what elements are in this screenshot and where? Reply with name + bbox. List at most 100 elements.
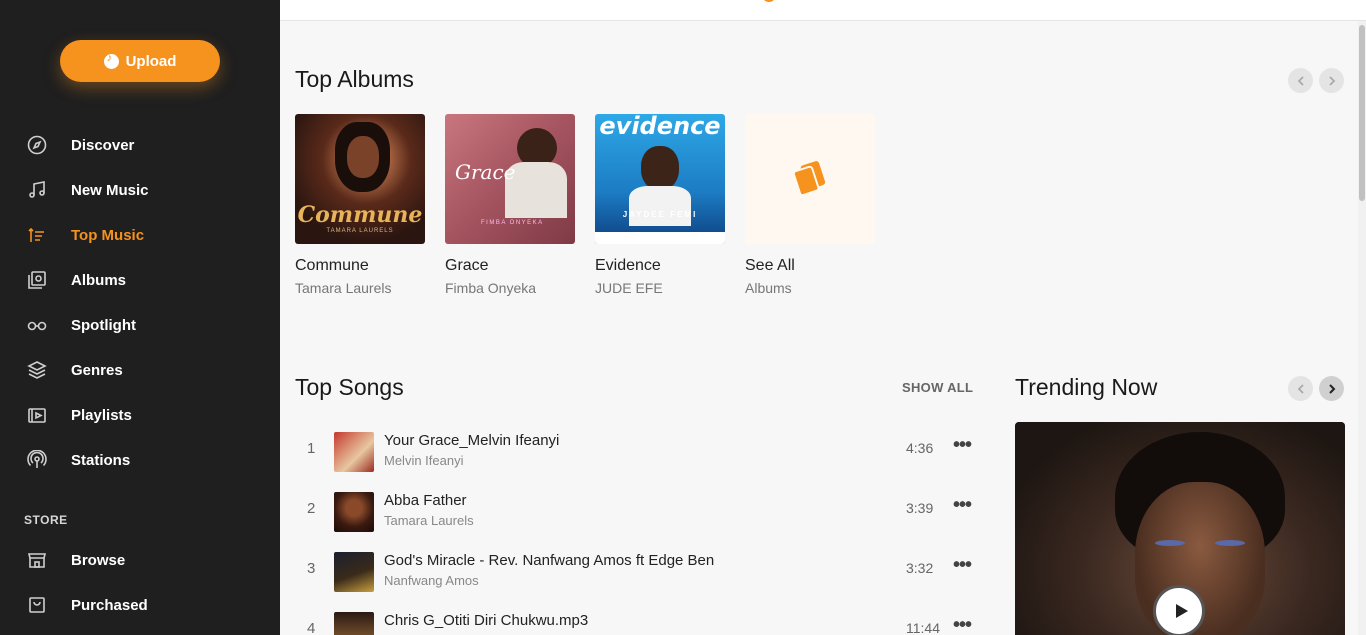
- bag-icon: [29, 597, 45, 613]
- albums-stack-icon: [792, 161, 826, 196]
- sidebar-item-browse[interactable]: Browse: [0, 540, 280, 580]
- sidebar-item-label: Purchased: [71, 596, 148, 614]
- trending-next-button[interactable]: [1319, 376, 1344, 401]
- albums-next-button[interactable]: [1319, 68, 1344, 93]
- album-card-see-all[interactable]: See All Albums: [745, 114, 875, 296]
- store-icon: [27, 553, 47, 568]
- song-number: 4: [307, 620, 316, 635]
- top-albums-heading: Top Albums: [295, 66, 414, 92]
- song-thumbnail[interactable]: [334, 612, 374, 635]
- top-bar: [280, 0, 1366, 21]
- trending-list-icon: [28, 227, 44, 242]
- sidebar-item-label: Genres: [71, 361, 123, 379]
- show-all-link[interactable]: SHOW ALL: [902, 380, 973, 395]
- glasses-icon: [27, 321, 47, 331]
- albums-prev-button[interactable]: [1288, 68, 1313, 93]
- album-cover[interactable]: Commune TAMARA LAURELS: [295, 114, 425, 244]
- song-title[interactable]: Your Grace_Melvin Ifeanyi: [384, 432, 559, 449]
- music-upload-icon: [103, 52, 119, 69]
- album-icon: [28, 271, 46, 289]
- sidebar: Upload Discover New Music Top Music Albu…: [0, 0, 280, 635]
- sidebar-item-purchased[interactable]: Purchased: [0, 585, 280, 625]
- sidebar-item-stations[interactable]: Stations: [0, 440, 280, 480]
- album-card-commune[interactable]: Commune TAMARA LAURELS Commune Tamara La…: [295, 114, 425, 296]
- play-button[interactable]: [1153, 585, 1205, 635]
- sidebar-item-discover[interactable]: Discover: [0, 125, 280, 165]
- song-number: 3: [307, 560, 316, 577]
- see-all-subtitle[interactable]: Albums: [745, 280, 792, 296]
- page-scrollbar[interactable]: [1358, 21, 1366, 635]
- album-artist[interactable]: JUDE EFE: [595, 280, 663, 296]
- song-thumbnail[interactable]: [334, 552, 374, 592]
- song-duration: 4:36: [906, 440, 934, 456]
- album-title[interactable]: Grace: [445, 257, 489, 275]
- song-thumbnail[interactable]: [334, 432, 374, 472]
- sidebar-item-label: Albums: [71, 271, 127, 289]
- sidebar-item-label: New Music: [71, 181, 149, 199]
- more-options-icon[interactable]: •••: [953, 614, 972, 635]
- song-number: 1: [307, 440, 316, 457]
- cover-title-text: Commune: [297, 202, 423, 228]
- sidebar-item-new-music[interactable]: New Music: [0, 170, 280, 210]
- scrollbar-thumb[interactable]: [1359, 25, 1365, 201]
- song-title[interactable]: Abba Father: [384, 492, 467, 509]
- song-artist[interactable]: Melvin Ifeanyi: [384, 453, 463, 468]
- sidebar-item-label: Playlists: [71, 406, 132, 424]
- song-duration: 3:32: [906, 560, 934, 576]
- song-number: 2: [307, 500, 316, 517]
- compass-icon: [27, 135, 47, 155]
- song-title[interactable]: Chris G_Otiti Diri Chukwu.mp3: [384, 612, 588, 629]
- more-options-icon[interactable]: •••: [953, 554, 972, 577]
- cover-artist-text: TAMARA LAURELS: [326, 228, 394, 234]
- cover-title-text: Grace: [455, 160, 516, 184]
- store-section-label: STORE: [24, 513, 68, 527]
- song-row[interactable]: 3 God's Miracle - Rev. Nanfwang Amos ft …: [295, 540, 975, 600]
- cover-artist-text: JAYDEE FEMI: [622, 210, 698, 219]
- more-options-icon[interactable]: •••: [953, 434, 972, 457]
- sidebar-item-albums[interactable]: Albums: [0, 260, 280, 300]
- album-title[interactable]: Evidence: [595, 257, 661, 275]
- album-artist[interactable]: Fimba Onyeka: [445, 280, 536, 296]
- play-icon: [1175, 604, 1188, 618]
- song-row[interactable]: 2 Abba Father Tamara Laurels 3:39 •••: [295, 480, 975, 540]
- album-artist[interactable]: Tamara Laurels: [295, 280, 392, 296]
- layers-icon: [27, 361, 47, 379]
- album-title[interactable]: Commune: [295, 257, 369, 275]
- sidebar-item-genres[interactable]: Genres: [0, 350, 280, 390]
- cover-title-text: evidence: [599, 114, 721, 140]
- song-duration: 3:39: [906, 500, 934, 516]
- upload-label: Upload: [125, 52, 177, 70]
- chevron-right-icon: [1328, 383, 1335, 394]
- chevron-right-icon: [1328, 75, 1335, 86]
- song-title[interactable]: God's Miracle - Rev. Nanfwang Amos ft Ed…: [384, 552, 714, 569]
- album-card-evidence[interactable]: evidence JAYDEE FEMI Evidence JUDE EFE: [595, 114, 725, 296]
- album-cover[interactable]: evidence JAYDEE FEMI: [595, 114, 725, 244]
- song-artist[interactable]: Tamara Laurels: [384, 513, 474, 528]
- sidebar-item-top-music[interactable]: Top Music: [0, 215, 280, 255]
- music-note-icon: [29, 181, 45, 198]
- sidebar-item-label: Discover: [71, 136, 135, 154]
- sidebar-item-label: Stations: [71, 451, 131, 469]
- trending-prev-button[interactable]: [1288, 376, 1313, 401]
- see-all-tile[interactable]: [745, 114, 875, 244]
- song-duration: 11:44: [906, 620, 940, 635]
- see-all-title[interactable]: See All: [745, 257, 795, 275]
- song-row[interactable]: 4 Chris G_Otiti Diri Chukwu.mp3 11:44 ••…: [295, 600, 975, 635]
- upload-button[interactable]: Upload: [60, 40, 220, 82]
- more-options-icon[interactable]: •••: [953, 494, 972, 517]
- logo[interactable]: [762, 0, 776, 2]
- chevron-left-icon: [1297, 75, 1304, 86]
- song-artist[interactable]: Nanfwang Amos: [384, 573, 479, 588]
- song-thumbnail[interactable]: [334, 492, 374, 532]
- sidebar-item-label: Top Music: [71, 226, 145, 244]
- sidebar-item-label: Spotlight: [71, 316, 136, 334]
- album-card-grace[interactable]: Grace FIMBA ONYEKA Grace Fimba Onyeka: [445, 114, 575, 296]
- song-row[interactable]: 1 Your Grace_Melvin Ifeanyi Melvin Ifean…: [295, 420, 975, 480]
- album-cover[interactable]: Grace FIMBA ONYEKA: [445, 114, 575, 244]
- sidebar-item-spotlight[interactable]: Spotlight: [0, 305, 280, 345]
- sidebar-item-playlists[interactable]: Playlists: [0, 395, 280, 435]
- chevron-left-icon: [1297, 383, 1304, 394]
- top-songs-heading: Top Songs: [295, 374, 404, 400]
- cover-artist-text: FIMBA ONYEKA: [481, 220, 544, 226]
- playlist-icon: [28, 408, 46, 423]
